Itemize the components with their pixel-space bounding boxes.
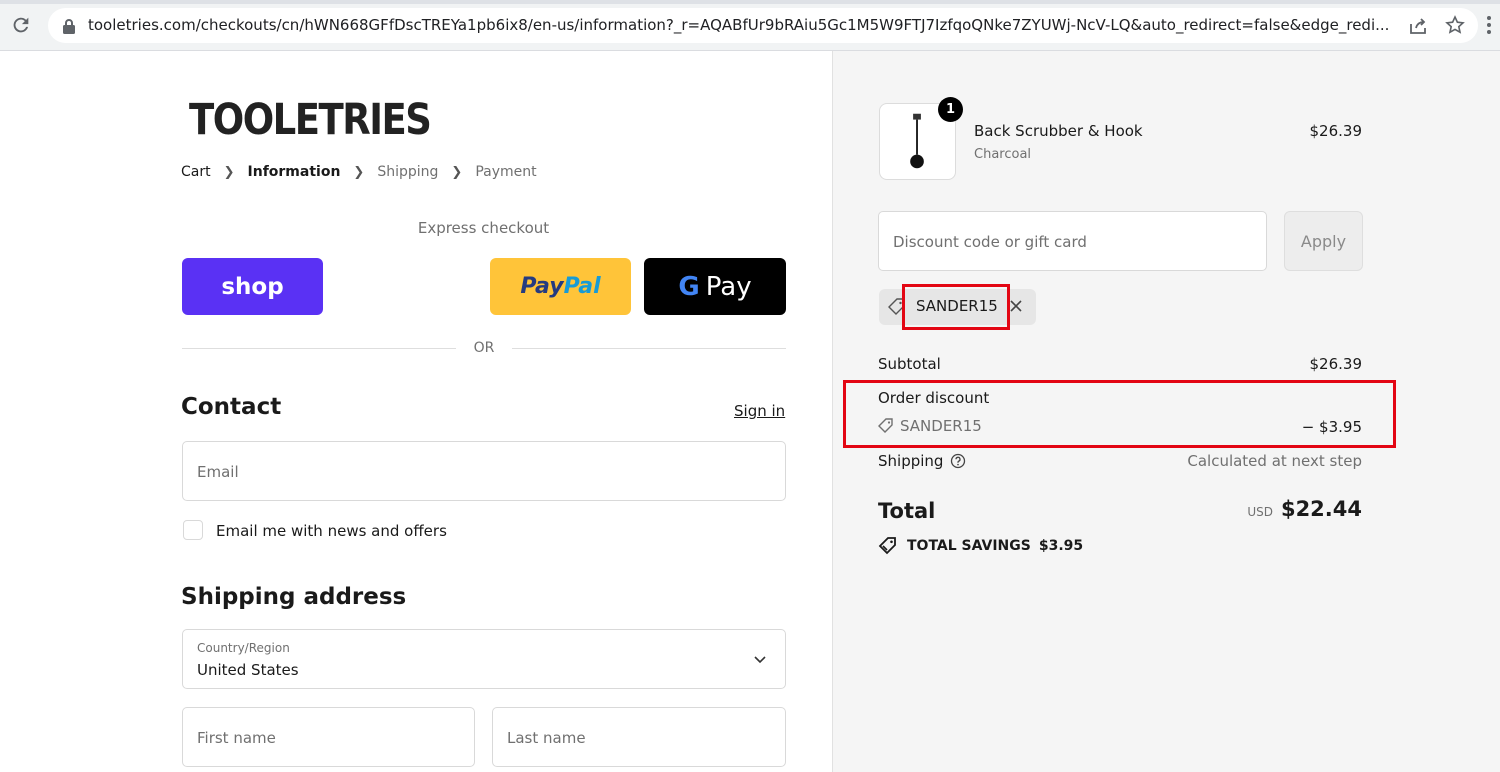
or-divider: OR bbox=[182, 340, 786, 358]
total-amount: $22.44 bbox=[1280, 497, 1362, 521]
last-name-field[interactable]: Last name bbox=[492, 707, 786, 767]
breadcrumb-cart[interactable]: Cart bbox=[181, 164, 211, 180]
product-name: Back Scrubber & Hook bbox=[974, 122, 1143, 140]
chevron-right-icon: ❯ bbox=[353, 164, 365, 180]
country-label: Country/Region bbox=[197, 641, 290, 655]
apply-discount-button[interactable]: Apply bbox=[1284, 211, 1363, 271]
total-value: USD $22.44 bbox=[1247, 497, 1362, 521]
shipping-value: Calculated at next step bbox=[1187, 452, 1362, 470]
browser-toolbar: tooletries.com/checkouts/cn/hWN668GFfDsc… bbox=[0, 0, 1500, 51]
shipping-row: Shipping bbox=[878, 452, 966, 470]
total-savings: TOTAL SAVINGS $3.95 bbox=[878, 536, 1083, 556]
breadcrumb: Cart ❯ Information ❯ Shipping ❯ Payment bbox=[181, 164, 537, 180]
product-price: $26.39 bbox=[1309, 122, 1363, 140]
divider-line bbox=[512, 348, 786, 349]
quantity-badge: 1 bbox=[938, 97, 963, 122]
tab-strip bbox=[0, 0, 1500, 4]
tag-icon bbox=[878, 537, 896, 555]
highlight-box-discount bbox=[843, 380, 1396, 448]
more-menu-icon[interactable] bbox=[1486, 14, 1492, 36]
highlight-box-code bbox=[902, 284, 1010, 330]
newsletter-label[interactable]: Email me with news and offers bbox=[216, 522, 447, 540]
chevron-right-icon: ❯ bbox=[451, 164, 463, 180]
google-pay-label: Pay bbox=[705, 271, 752, 302]
shipping-label: Shipping bbox=[878, 452, 944, 470]
discount-placeholder: Discount code or gift card bbox=[893, 233, 1087, 251]
bookmark-star-icon[interactable] bbox=[1445, 15, 1465, 35]
breadcrumb-shipping: Shipping bbox=[377, 164, 439, 180]
brand-name: TOOLETRIES bbox=[189, 94, 432, 144]
shipping-address-heading: Shipping address bbox=[181, 584, 407, 610]
country-value: United States bbox=[197, 661, 299, 679]
paypal-button[interactable]: Pay Pal bbox=[490, 258, 631, 315]
brand-logo[interactable]: TOOLETRIES bbox=[181, 93, 432, 145]
help-circle-icon[interactable] bbox=[950, 453, 966, 469]
contact-heading: Contact bbox=[181, 394, 282, 420]
savings-label: TOTAL SAVINGS bbox=[907, 538, 1031, 554]
savings-value: $3.95 bbox=[1038, 538, 1084, 554]
shop-pay-button[interactable]: shop bbox=[182, 258, 323, 315]
email-placeholder: Email bbox=[197, 463, 239, 481]
product-variant: Charcoal bbox=[974, 147, 1032, 162]
lock-icon[interactable] bbox=[62, 18, 76, 34]
share-icon[interactable] bbox=[1408, 16, 1428, 36]
total-label: Total bbox=[878, 499, 936, 523]
remove-code-icon[interactable] bbox=[1008, 298, 1024, 314]
country-select[interactable]: Country/Region United States bbox=[182, 629, 786, 689]
first-name-placeholder: First name bbox=[197, 729, 276, 747]
chevron-down-icon bbox=[754, 656, 766, 664]
reload-icon[interactable] bbox=[10, 14, 32, 36]
address-bar[interactable]: tooletries.com/checkouts/cn/hWN668GFfDsc… bbox=[48, 8, 1478, 43]
shop-pay-label: shop bbox=[221, 273, 284, 300]
google-g-icon: G bbox=[678, 271, 700, 302]
total-currency: USD bbox=[1247, 505, 1273, 519]
paypal-label-pal: Pal bbox=[563, 274, 601, 299]
subtotal-value: $26.39 bbox=[1309, 355, 1363, 373]
email-field[interactable]: Email bbox=[182, 441, 786, 501]
url-text[interactable]: tooletries.com/checkouts/cn/hWN668GFfDsc… bbox=[88, 16, 1403, 34]
sign-in-link[interactable]: Sign in bbox=[734, 402, 785, 420]
subtotal-label: Subtotal bbox=[878, 355, 941, 373]
first-name-field[interactable]: First name bbox=[182, 707, 475, 767]
chevron-right-icon: ❯ bbox=[223, 164, 235, 180]
discount-code-input[interactable]: Discount code or gift card bbox=[878, 211, 1267, 271]
breadcrumb-information: Information bbox=[247, 164, 341, 180]
google-pay-button[interactable]: G Pay bbox=[644, 258, 786, 315]
breadcrumb-payment: Payment bbox=[475, 164, 537, 180]
paypal-label-pay: Pay bbox=[520, 274, 564, 299]
express-checkout-label: Express checkout bbox=[417, 219, 550, 237]
newsletter-checkbox[interactable] bbox=[183, 520, 203, 540]
last-name-placeholder: Last name bbox=[507, 729, 586, 747]
